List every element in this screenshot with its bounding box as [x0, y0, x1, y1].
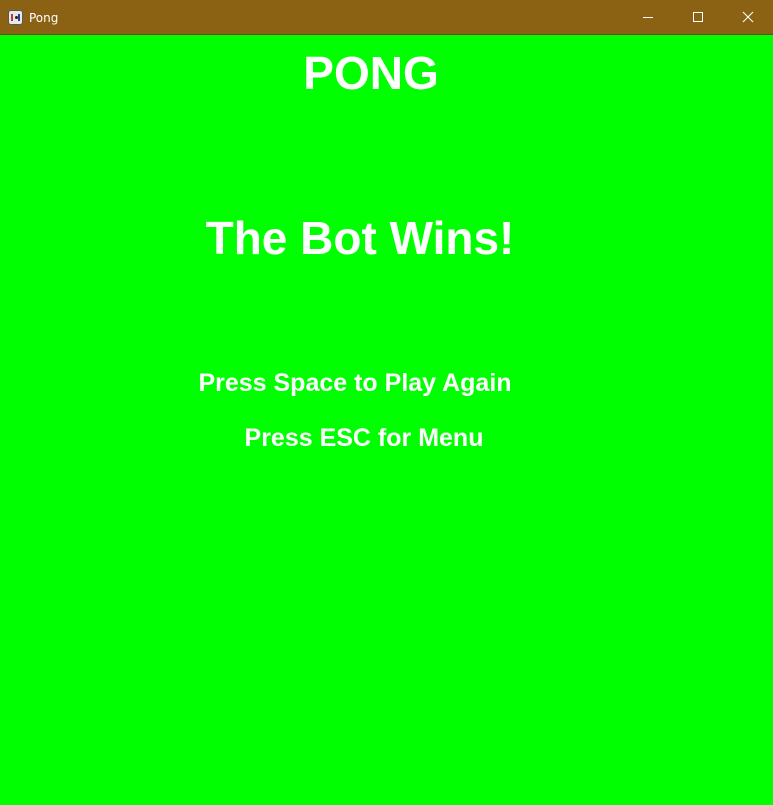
- maximize-icon: [693, 12, 703, 22]
- maximize-button[interactable]: [673, 0, 723, 34]
- minimize-icon: [643, 17, 653, 18]
- game-title: PONG: [303, 47, 439, 99]
- play-again-prompt: Press Space to Play Again: [198, 369, 512, 397]
- menu-prompt: Press ESC for Menu: [244, 424, 484, 452]
- pong-app-icon[interactable]: [8, 10, 23, 25]
- minimize-button[interactable]: [623, 0, 673, 34]
- game-window: Pong PONG The Bot Wins! Press Space to P…: [0, 0, 773, 805]
- window-title: Pong: [29, 11, 59, 25]
- game-result-message: The Bot Wins!: [205, 212, 515, 264]
- close-button[interactable]: [723, 0, 773, 34]
- game-canvas[interactable]: PONG The Bot Wins! Press Space to Play A…: [0, 35, 773, 805]
- close-icon: [742, 11, 754, 23]
- title-bar[interactable]: Pong: [0, 0, 773, 35]
